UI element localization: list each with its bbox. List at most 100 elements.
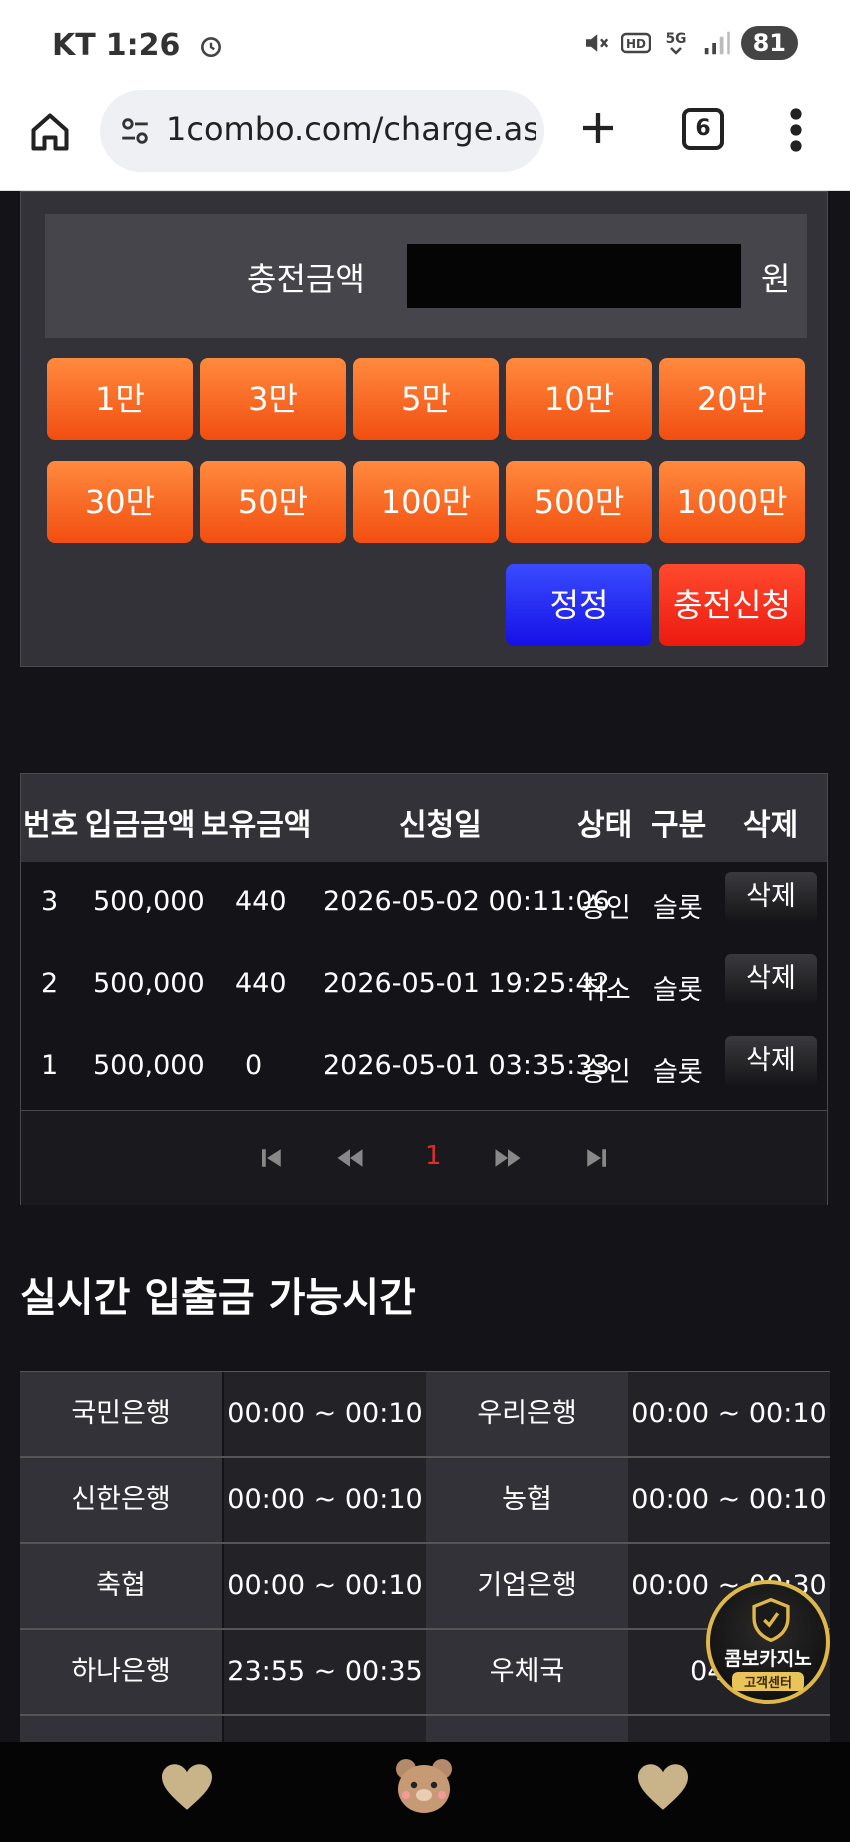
- cell-date: 2026-05-01 03:35:33: [323, 1050, 610, 1081]
- heart-icon[interactable]: [634, 1762, 692, 1812]
- clock-label: 1:26: [105, 28, 181, 63]
- bank-name: 하나은행: [20, 1630, 222, 1714]
- cell-type: 슬롯: [653, 1057, 703, 1088]
- cell-status: 취소: [581, 975, 631, 1006]
- cell-no: 3: [41, 886, 59, 917]
- cell-balance: 0: [245, 1050, 263, 1081]
- cell-type: 슬롯: [653, 893, 703, 924]
- bank-name: 우리은행: [426, 1372, 628, 1456]
- badge-brand-text: 콤보카지노: [724, 1648, 812, 1670]
- bank-name: 우체국: [426, 1630, 628, 1714]
- cell-type: 슬롯: [653, 975, 703, 1006]
- bank-row: 축협 00:00 ~ 00:10 기업은행 00:00 ~ 00:30: [20, 1544, 830, 1630]
- customer-center-badge[interactable]: 콤보카지노 고객센터: [706, 1580, 830, 1704]
- delete-button[interactable]: 삭제: [725, 954, 817, 1004]
- signal-icon: [704, 31, 730, 55]
- bottom-bar: [0, 1742, 850, 1842]
- apply-charge-button[interactable]: 충전신청: [659, 564, 805, 646]
- charge-panel: 충전금액 원 1만 3만 5만 10만 20만 30만 50만 100만 500…: [20, 191, 828, 667]
- prev-page-icon[interactable]: [335, 1143, 365, 1173]
- svg-text:HD: HD: [626, 37, 646, 51]
- first-page-icon[interactable]: [257, 1143, 287, 1173]
- amount-button-5m[interactable]: 500만: [506, 461, 652, 543]
- bank-time: 00:00 ~ 00:10: [628, 1372, 830, 1456]
- bank-time: 00:00 ~ 00:10: [224, 1372, 426, 1456]
- amount-button-1m[interactable]: 100만: [353, 461, 499, 543]
- bear-icon[interactable]: [392, 1754, 456, 1816]
- currency-label: 원: [761, 260, 791, 298]
- bank-row: 신한은행 00:00 ~ 00:10 농협 00:00 ~ 00:10: [20, 1458, 830, 1544]
- browser-toolbar: 1combo.com/charge.asp 6: [0, 90, 850, 191]
- bank-row: 국민은행 00:00 ~ 00:10 우리은행 00:00 ~ 00:10: [20, 1372, 830, 1458]
- 5g-icon: 5G: [665, 31, 686, 55]
- table-row: 1 500,000 0 2026-05-01 03:35:33 승인 슬롯 삭제: [21, 1026, 827, 1108]
- tab-switcher-button[interactable]: 6: [682, 108, 724, 150]
- status-bar: KT 1:26 HD 5G 81: [0, 0, 850, 90]
- cell-date: 2026-05-01 19:25:42: [323, 968, 610, 999]
- realtime-hours-title: 실시간 입출금 가능시간: [20, 1275, 416, 1321]
- column-header-status: 상태: [577, 808, 633, 843]
- bank-name: 기업은행: [426, 1544, 628, 1628]
- site-settings-icon[interactable]: [118, 114, 152, 148]
- cell-deposit: 500,000: [93, 968, 205, 999]
- next-page-icon[interactable]: [493, 1143, 523, 1173]
- cell-deposit: 500,000: [93, 1050, 205, 1081]
- last-page-icon[interactable]: [581, 1143, 611, 1173]
- more-menu-icon[interactable]: [790, 106, 802, 154]
- column-header-delete: 삭제: [743, 808, 799, 843]
- column-header-no: 번호: [23, 808, 79, 843]
- new-tab-icon[interactable]: [578, 108, 618, 148]
- column-header-date: 신청일: [399, 808, 482, 843]
- table-row: 3 500,000 440 2026-05-02 00:11:06 승인 슬롯 …: [21, 862, 827, 944]
- amount-button-100k[interactable]: 10만: [506, 358, 652, 440]
- bank-name: 신한은행: [20, 1458, 222, 1542]
- bank-time: 00:00 ~ 00:10: [224, 1458, 426, 1542]
- url-text[interactable]: 1combo.com/charge.asp: [166, 110, 536, 148]
- cell-status: 승인: [581, 1057, 631, 1088]
- amount-button-30k[interactable]: 3만: [200, 358, 346, 440]
- badge-label-text: 고객센터: [732, 1672, 804, 1691]
- cell-date: 2026-05-02 00:11:06: [323, 886, 610, 917]
- charge-page: 충전금액 원 1만 3만 5만 10만 20만 30만 50만 100만 500…: [0, 191, 850, 1752]
- bank-name: 농협: [426, 1458, 628, 1542]
- amount-button-10k[interactable]: 1만: [47, 358, 193, 440]
- amount-input[interactable]: [407, 244, 741, 308]
- table-body: 3 500,000 440 2026-05-02 00:11:06 승인 슬롯 …: [21, 862, 827, 1110]
- bank-time: 00:00 ~ 00:10: [628, 1458, 830, 1542]
- page-number-current[interactable]: 1: [425, 1141, 442, 1171]
- alarm-icon: [201, 36, 222, 57]
- hd-icon: HD: [620, 32, 651, 54]
- column-header-type: 구분: [651, 808, 707, 843]
- delete-button[interactable]: 삭제: [725, 872, 817, 922]
- amount-button-50k[interactable]: 5만: [353, 358, 499, 440]
- heart-icon[interactable]: [158, 1762, 216, 1812]
- home-icon[interactable]: [28, 110, 72, 154]
- address-bar[interactable]: 1combo.com/charge.asp: [100, 90, 544, 172]
- amount-button-300k[interactable]: 30만: [47, 461, 193, 543]
- amount-row: 충전금액 원: [45, 214, 807, 338]
- delete-button[interactable]: 삭제: [725, 1036, 817, 1086]
- amount-button-10m[interactable]: 1000만: [659, 461, 805, 543]
- correct-button[interactable]: 정정: [506, 564, 652, 646]
- cell-balance: 440: [235, 968, 287, 999]
- column-header-balance: 보유금액: [201, 808, 312, 843]
- amount-label: 충전금액: [247, 260, 365, 298]
- status-left: KT 1:26: [52, 28, 224, 63]
- carrier-label: KT: [52, 28, 96, 63]
- cell-deposit: 500,000: [93, 886, 205, 917]
- bank-name: 축협: [20, 1544, 222, 1628]
- shield-icon: [752, 1598, 790, 1642]
- charge-history-table: 번호 입금금액 보유금액 신청일 상태 구분 삭제 3 500,000 440 …: [20, 773, 828, 1205]
- cell-no: 2: [41, 968, 59, 999]
- table-row: 2 500,000 440 2026-05-01 19:25:42 취소 슬롯 …: [21, 944, 827, 1026]
- status-right: HD 5G 81: [581, 26, 798, 60]
- amount-button-200k[interactable]: 20만: [659, 358, 805, 440]
- bank-name: 국민은행: [20, 1372, 222, 1456]
- table-header: 번호 입금금액 보유금액 신청일 상태 구분 삭제: [21, 774, 827, 862]
- cell-status: 승인: [581, 893, 631, 924]
- mute-icon: [585, 34, 608, 52]
- bank-time: 23:55 ~ 00:35: [224, 1630, 426, 1714]
- svg-text:5G: 5G: [665, 31, 686, 47]
- amount-button-500k[interactable]: 50만: [200, 461, 346, 543]
- pagination: 1: [21, 1110, 827, 1205]
